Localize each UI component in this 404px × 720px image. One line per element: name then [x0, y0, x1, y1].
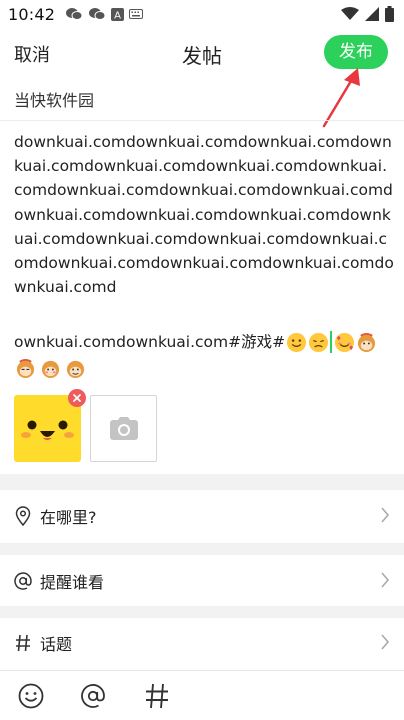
- battery-icon: [385, 6, 394, 22]
- add-photo-button[interactable]: [90, 395, 157, 462]
- camera-icon: [109, 416, 138, 440]
- wifi-icon: [341, 7, 359, 20]
- emoji-icon[interactable]: [18, 683, 44, 709]
- at-icon: [14, 572, 32, 590]
- sad-emoji-icon: [309, 332, 329, 352]
- topic-row[interactable]: 话题: [0, 618, 404, 668]
- a-icon: A: [111, 7, 125, 21]
- monkey-emoji-icon: [358, 332, 376, 352]
- status-bar: 10:42 A: [0, 0, 404, 28]
- section-gap: [0, 606, 404, 618]
- location-label: 在哪里?: [40, 508, 97, 527]
- topic-icon[interactable]: [145, 683, 169, 709]
- smile-emoji-icon: [287, 332, 307, 352]
- status-icons-left: A: [65, 7, 144, 21]
- status-time: 10:42: [8, 4, 56, 24]
- love-emoji-icon: [335, 332, 355, 352]
- topic-label: 话题: [40, 635, 73, 654]
- close-icon: [73, 394, 81, 402]
- mention-label: 提醒谁看: [40, 573, 105, 592]
- text-cursor: [330, 331, 333, 353]
- monkey-emoji-icon: [66, 360, 85, 379]
- remove-image-button[interactable]: [68, 389, 86, 407]
- chevron-right-icon: [381, 507, 390, 523]
- mention-icon[interactable]: [80, 683, 106, 709]
- publish-button[interactable]: 发布: [324, 35, 388, 69]
- location-row[interactable]: 在哪里?: [0, 491, 404, 541]
- divider: [0, 120, 404, 121]
- section-gap: [0, 474, 404, 490]
- status-icons-right: [341, 6, 394, 22]
- post-body[interactable]: downkuai.comdownkuai.comdownkuai.comdown…: [14, 130, 394, 299]
- wechat-icon: [89, 8, 106, 20]
- chevron-right-icon: [381, 572, 390, 588]
- post-body-last-line: ownkuai.comdownkuai.com#游戏#: [14, 333, 286, 351]
- mention-row[interactable]: 提醒谁看: [0, 556, 404, 606]
- bottom-toolbar: [0, 670, 404, 720]
- monkey-emoji-icon: [41, 360, 60, 379]
- section-gap: [0, 543, 404, 555]
- location-icon: [14, 506, 32, 526]
- hash-icon: [14, 634, 32, 652]
- emoji-row: [14, 358, 86, 379]
- keyboard-icon: [129, 9, 144, 19]
- monkey-emoji-icon: [16, 358, 35, 379]
- post-body-tail[interactable]: ownkuai.comdownkuai.com#游戏#: [14, 330, 394, 354]
- wechat-icon: [66, 8, 83, 20]
- signal-icon: [365, 7, 379, 21]
- chevron-right-icon: [381, 634, 390, 650]
- forum-name[interactable]: 当快软件园: [14, 87, 94, 111]
- svg-text:A: A: [114, 10, 121, 21]
